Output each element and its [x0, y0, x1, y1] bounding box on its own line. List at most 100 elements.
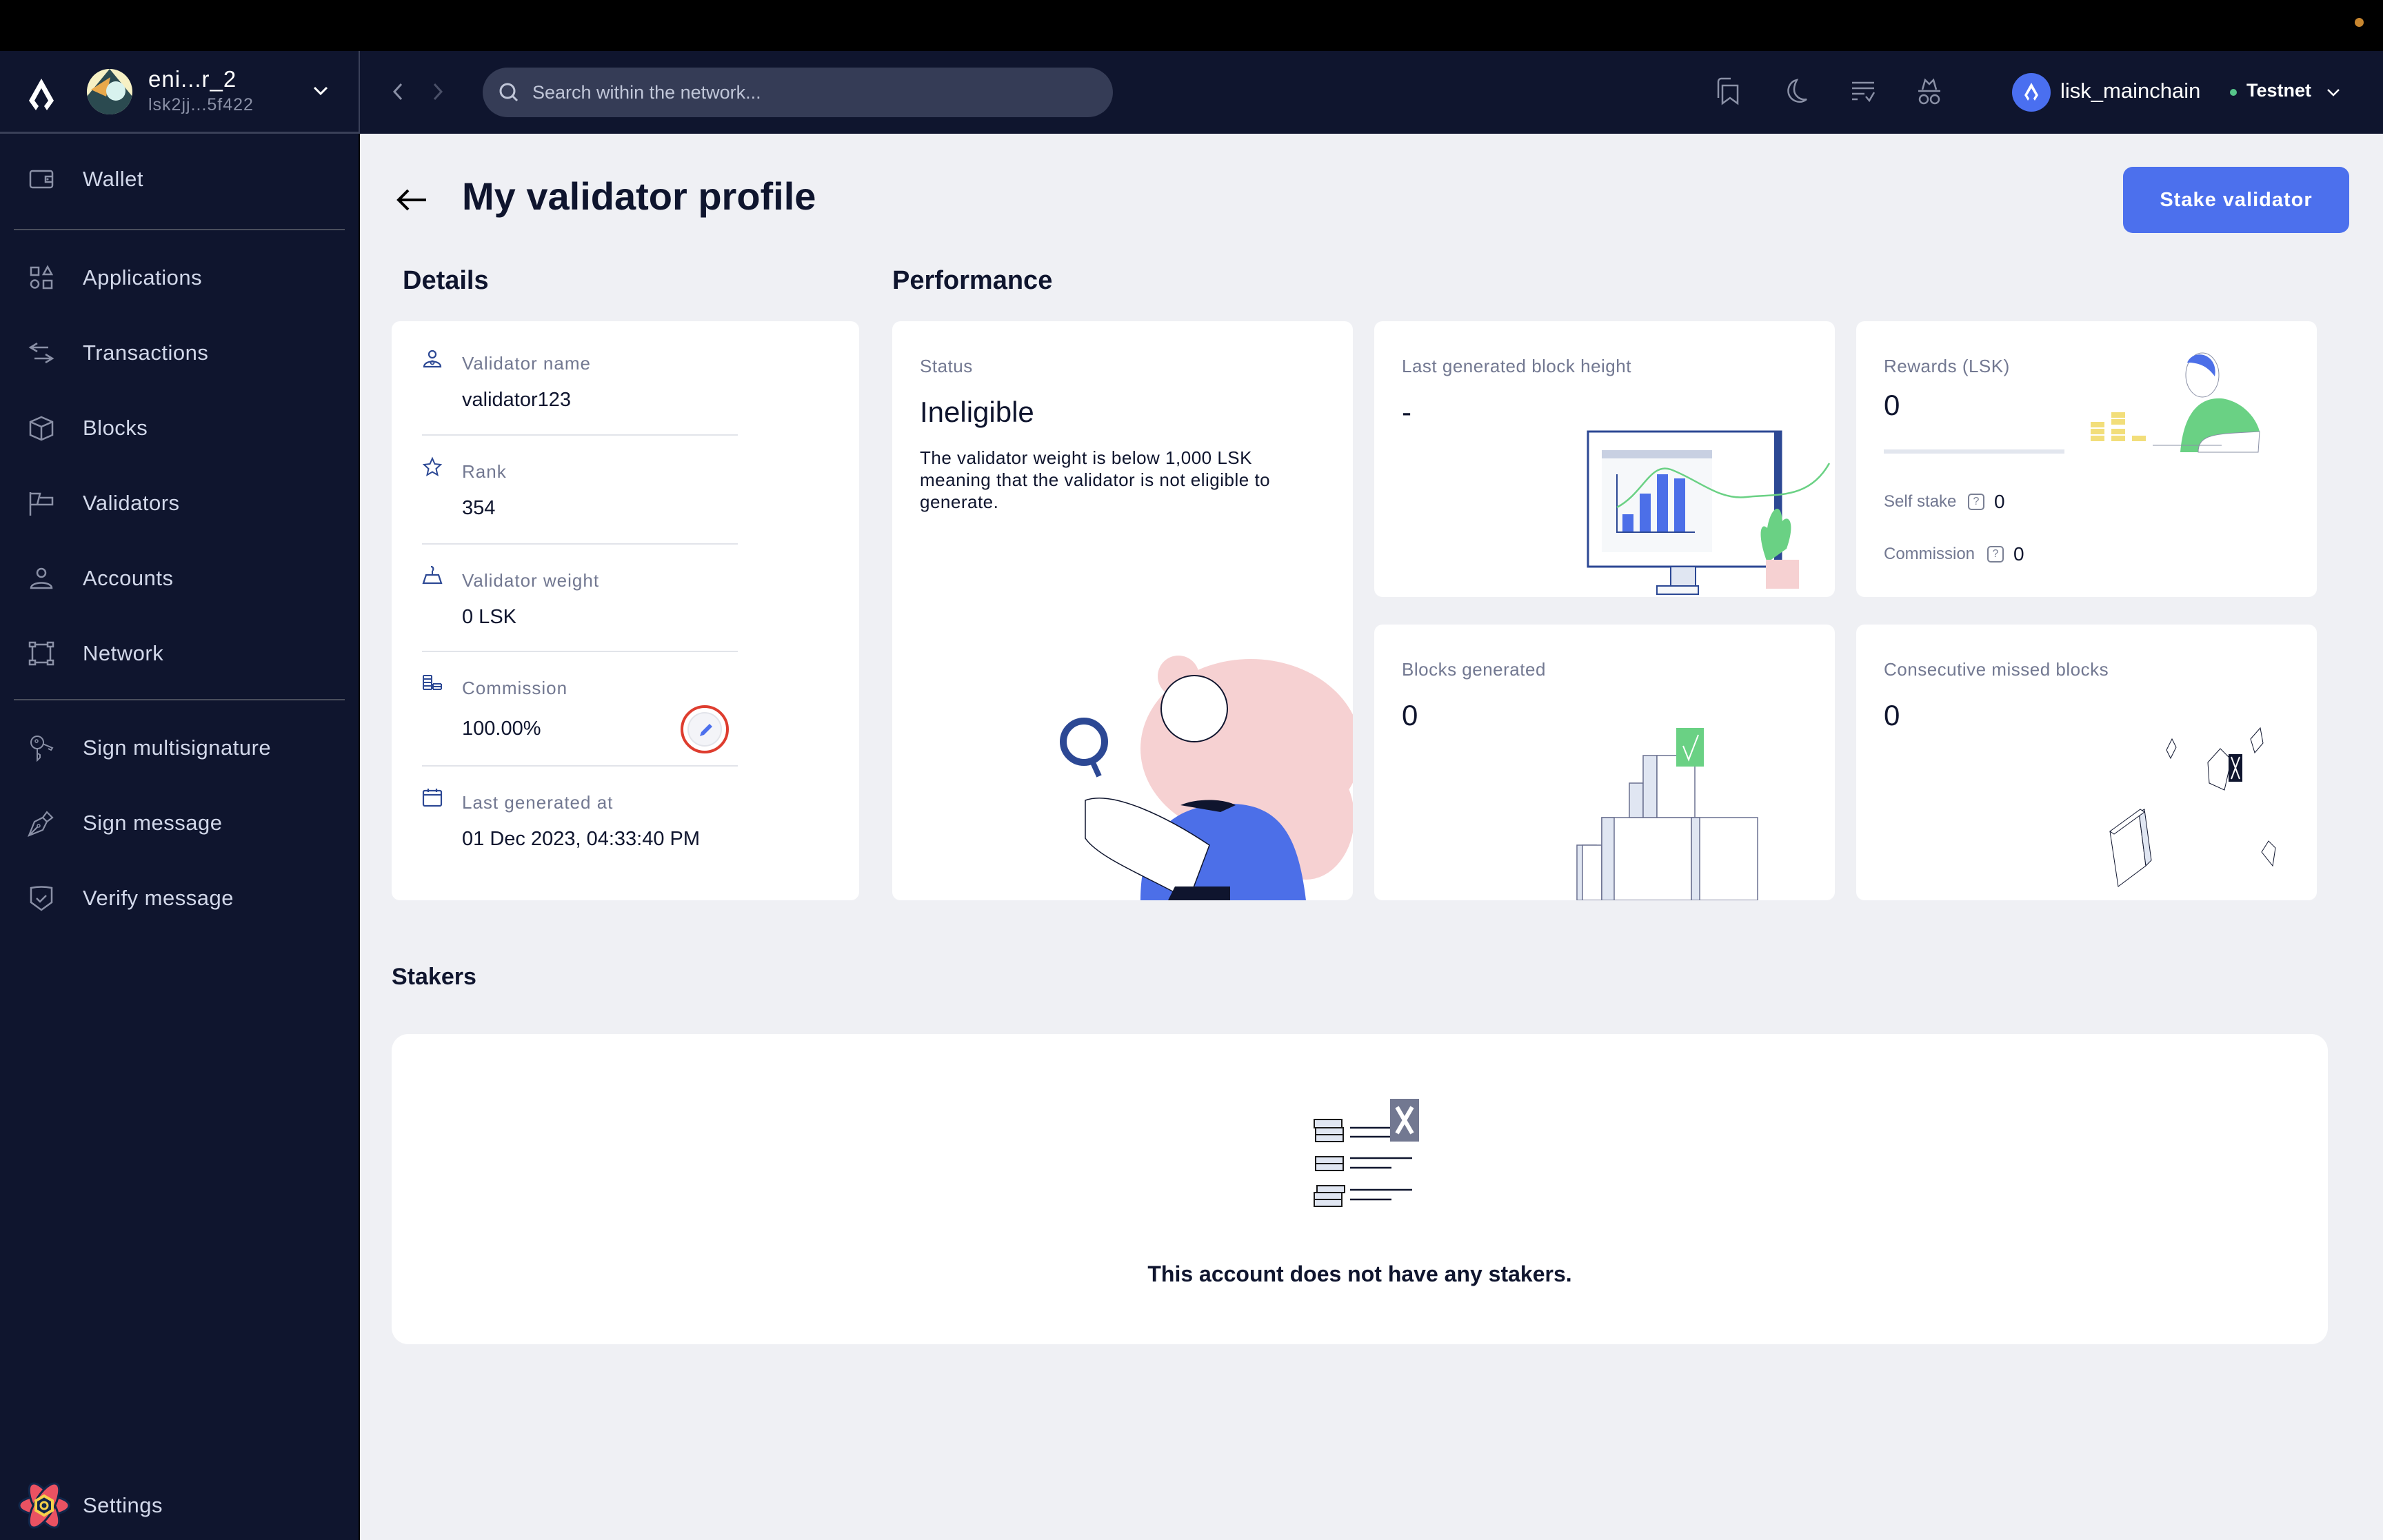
validator-name-value: validator123	[462, 389, 571, 411]
edit-commission-button[interactable]	[681, 705, 729, 753]
sidebar-item-wallet[interactable]: Wallet	[0, 152, 359, 207]
sidebar-item-label: Transactions	[83, 341, 209, 365]
sidebar-item-label: Blocks	[83, 416, 148, 440]
performance-heading: Performance	[892, 266, 1053, 295]
sidebar-item-label: Sign multisignature	[83, 736, 272, 760]
sidebar-item-blocks[interactable]: Blocks	[0, 401, 359, 456]
lisk-chain-icon	[2024, 83, 2038, 101]
validator-icon	[423, 349, 442, 368]
detail-label: Last generated at	[462, 792, 614, 813]
flag-icon	[29, 492, 54, 516]
status-description: The validator weight is below 1,000 LSK …	[920, 447, 1271, 512]
missed-blocks-label: Consecutive missed blocks	[1884, 659, 2109, 680]
blocks-generated-label: Blocks generated	[1402, 659, 1546, 680]
detail-label: Commission	[462, 678, 568, 698]
incognito-icon[interactable]	[1916, 77, 1943, 106]
rewards-progress-track	[1884, 449, 2064, 454]
sidebar-item-network[interactable]: Network	[0, 626, 359, 681]
window-top-bar	[0, 0, 2383, 51]
sidebar-item-accounts[interactable]: Accounts	[0, 551, 359, 606]
account-address: lsk2jj...5f422	[148, 95, 254, 114]
avatar	[87, 69, 132, 114]
sidebar-item-settings[interactable]: Settings	[0, 1478, 359, 1533]
star-icon	[422, 456, 443, 477]
last-block-height-value: -	[1402, 396, 1411, 428]
coins-icon	[423, 675, 442, 690]
search-input[interactable]	[532, 68, 1084, 117]
commission-value: 100.00%	[462, 718, 541, 740]
chevron-down-icon[interactable]	[312, 81, 330, 99]
calendar-icon	[422, 789, 443, 807]
pending-transactions-icon[interactable]	[1849, 77, 1877, 106]
sidebar-item-label: Validators	[83, 491, 180, 515]
network-selector[interactable]: Testnet	[2246, 80, 2311, 101]
pen-icon	[28, 811, 54, 837]
self-stake-label: Self stake	[1884, 492, 1957, 511]
sidebar-divider	[14, 699, 345, 700]
blocks-generated-card: Blocks generated 0	[1374, 625, 1835, 900]
settings-icon	[18, 1482, 70, 1529]
wallet-icon	[29, 170, 54, 189]
applications-icon	[30, 265, 54, 290]
sidebar-item-label: Accounts	[83, 566, 174, 590]
sidebar-item-transactions[interactable]: Transactions	[0, 325, 359, 381]
validator-weight-value: 0 LSK	[462, 606, 516, 628]
chain-logo[interactable]	[2012, 73, 2051, 112]
forward-nav-icon[interactable]	[429, 80, 445, 103]
details-card: Validator name validator123 Rank 354 Val…	[392, 321, 859, 900]
detail-label: Validator weight	[462, 570, 600, 591]
user-icon	[30, 567, 53, 589]
searching-person-illustration	[1060, 656, 1353, 900]
back-arrow-icon[interactable]	[394, 186, 429, 214]
blocks-generated-value: 0	[1402, 699, 1418, 731]
sidebar-item-validators[interactable]: Validators	[0, 476, 359, 531]
sidebar-item-label: Sign message	[83, 811, 223, 835]
page-title: My validator profile	[462, 174, 816, 218]
sidebar-item-label: Verify message	[83, 886, 234, 910]
no-stakers-message: This account does not have any stakers.	[1147, 1262, 1572, 1286]
rewards-card: Rewards (LSK) 0 Self stake ? 0 Commissio…	[1856, 321, 2317, 597]
chain-name[interactable]: lisk_mainchain	[2060, 79, 2200, 103]
search-bar[interactable]	[483, 68, 1113, 117]
status-card: Status Ineligible The validator weight i…	[892, 321, 1353, 900]
account-name: eni...r_2	[148, 66, 237, 92]
missed-blocks-value: 0	[1884, 699, 1900, 731]
row-divider	[422, 434, 738, 436]
row-divider	[422, 651, 738, 652]
missed-blocks-card: Consecutive missed blocks 0	[1856, 625, 2317, 900]
detail-label: Validator name	[462, 353, 591, 374]
sidebar-item-label: Network	[83, 641, 164, 665]
sidebar-item-sign-multisignature[interactable]: Sign multisignature	[0, 720, 359, 776]
stakers-card: This account does not have any stakers.	[392, 1034, 2328, 1344]
moon-icon[interactable]	[1783, 77, 1811, 106]
stake-validator-button[interactable]: Stake validator	[2123, 167, 2349, 233]
status-label: Status	[920, 356, 973, 376]
sidebar: eni...r_2 lsk2jj...5f422 Wallet Applicat…	[0, 51, 359, 1540]
row-divider	[422, 543, 738, 545]
sidebar-item-verify-message[interactable]: Verify message	[0, 871, 359, 926]
sidebar-divider	[14, 229, 345, 230]
sidebar-item-label: Settings	[83, 1493, 163, 1517]
recording-indicator	[2355, 18, 2364, 27]
details-heading: Details	[403, 266, 489, 295]
network-icon	[28, 641, 54, 666]
account-switcher[interactable]: eni...r_2 lsk2jj...5f422	[0, 51, 359, 134]
shield-check-icon	[30, 886, 53, 911]
sidebar-item-applications[interactable]: Applications	[0, 250, 359, 305]
stacked-blocks-illustration	[1576, 728, 1758, 900]
last-block-height-label: Last generated block height	[1402, 356, 1631, 376]
commission-reward-value: 0	[2013, 543, 2024, 565]
bookmarks-icon[interactable]	[1716, 77, 1743, 106]
chevron-down-icon[interactable]	[2325, 84, 2342, 101]
search-icon	[499, 83, 519, 102]
last-block-height-card: Last generated block height -	[1374, 321, 1835, 597]
help-icon[interactable]: ?	[1987, 546, 2004, 563]
row-divider	[422, 765, 738, 767]
sidebar-item-sign-message[interactable]: Sign message	[0, 796, 359, 851]
sidebar-item-label: Applications	[83, 265, 203, 290]
back-nav-icon[interactable]	[390, 80, 407, 103]
empty-list-icon	[1314, 1099, 1419, 1207]
sidebar-item-label: Wallet	[83, 167, 143, 191]
weight-icon	[422, 565, 443, 585]
help-icon[interactable]: ?	[1968, 494, 1984, 510]
